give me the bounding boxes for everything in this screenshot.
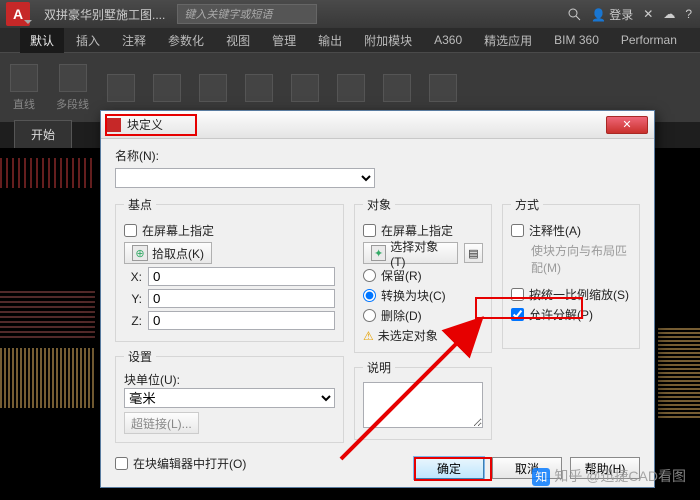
tab-featured[interactable]: 精选应用 xyxy=(474,28,542,53)
select-objects-button[interactable]: ✦选择对象(T) xyxy=(363,242,458,264)
tab-performance[interactable]: Performan xyxy=(611,29,687,51)
cloud-icon[interactable]: ☁ xyxy=(663,7,675,21)
pick-point-icon: ⊕ xyxy=(132,245,148,261)
y-input[interactable] xyxy=(148,289,335,308)
dialog-app-icon xyxy=(107,118,121,132)
description-textarea[interactable] xyxy=(363,382,483,428)
settings-group: 设置 块单位(U): 毫米 超链接(L)... xyxy=(115,348,344,443)
drawing-tab-start[interactable]: 开始 xyxy=(14,120,72,148)
name-select[interactable] xyxy=(115,168,375,188)
ribbon-block[interactable] xyxy=(291,74,319,102)
search-icon[interactable] xyxy=(567,7,581,22)
retain-radio[interactable] xyxy=(363,269,376,282)
tab-a360[interactable]: A360 xyxy=(424,29,472,51)
warning-icon: ⚠ xyxy=(363,329,374,343)
tab-bim360[interactable]: BIM 360 xyxy=(544,29,609,51)
login-link[interactable]: 👤 登录 xyxy=(591,6,633,23)
base-onscreen-check[interactable] xyxy=(124,224,137,237)
obj-onscreen-check[interactable] xyxy=(363,224,376,237)
document-title: 双拼豪华别墅施工图.... xyxy=(44,6,165,23)
ribbon-clipboard[interactable] xyxy=(429,74,457,102)
object-group: 对象 在屏幕上指定 ✦选择对象(T) ▤ 保留(R) 转换为块(C) 删除(D)… xyxy=(354,196,492,353)
tab-addins[interactable]: 附加模块 xyxy=(354,28,422,53)
description-group: 说明 xyxy=(354,359,492,440)
ribbon-polyline[interactable]: 多段线 xyxy=(56,64,89,112)
tab-annotate[interactable]: 注释 xyxy=(112,28,156,53)
close-button[interactable]: ✕ xyxy=(606,116,648,134)
ribbon-tabs: 默认 插入 注释 参数化 视图 管理 输出 附加模块 A360 精选应用 BIM… xyxy=(0,28,700,52)
watermark: 知乎 @迅捷CAD看图 xyxy=(532,466,686,486)
z-input[interactable] xyxy=(148,311,335,330)
dialog-titlebar[interactable]: 块定义 ✕ xyxy=(101,111,654,139)
exchange-icon[interactable]: ✕ xyxy=(643,7,653,21)
delete-radio[interactable] xyxy=(363,309,376,322)
tab-default[interactable]: 默认 xyxy=(20,28,64,53)
name-label: 名称(N): xyxy=(115,147,159,164)
ribbon-utils[interactable] xyxy=(383,74,411,102)
ribbon-props[interactable] xyxy=(337,74,365,102)
zhihu-icon xyxy=(532,468,550,486)
tab-parametric[interactable]: 参数化 xyxy=(158,28,214,53)
pick-point-button[interactable]: ⊕拾取点(K) xyxy=(124,242,212,264)
titlebar: A 双拼豪华别墅施工图.... 键入关键字或短语 👤 登录 ✕ ☁ ? xyxy=(0,0,700,28)
block-definition-dialog: 块定义 ✕ 名称(N): 基点 在屏幕上指定 ⊕拾取点(K) X: Y: Z: xyxy=(100,110,655,488)
tab-manage[interactable]: 管理 xyxy=(262,28,306,53)
ribbon-text[interactable] xyxy=(199,74,227,102)
open-in-editor-check[interactable] xyxy=(115,457,128,470)
ok-button[interactable]: 确定 xyxy=(414,457,484,479)
uniform-scale-check[interactable] xyxy=(511,288,524,301)
x-input[interactable] xyxy=(148,267,335,286)
quickselect-button[interactable]: ▤ xyxy=(464,243,483,263)
match-orient-text: 使块方向与布局匹配(M) xyxy=(531,242,631,276)
ribbon-arc[interactable] xyxy=(153,74,181,102)
mode-group: 方式 注释性(A) 使块方向与布局匹配(M) 按统一比例缩放(S) 允许分解(P… xyxy=(502,196,640,349)
annotative-check[interactable] xyxy=(511,224,524,237)
tab-output[interactable]: 输出 xyxy=(308,28,352,53)
search-input[interactable]: 键入关键字或短语 xyxy=(177,4,317,24)
tab-insert[interactable]: 插入 xyxy=(66,28,110,53)
basepoint-group: 基点 在屏幕上指定 ⊕拾取点(K) X: Y: Z: xyxy=(115,196,344,342)
unit-label: 块单位(U): xyxy=(124,371,335,388)
convert-radio[interactable] xyxy=(363,289,376,302)
select-icon: ✦ xyxy=(371,245,386,261)
dialog-title: 块定义 xyxy=(127,116,606,133)
help-icon[interactable]: ? xyxy=(685,7,692,21)
ribbon-line[interactable]: 直线 xyxy=(10,64,38,112)
ribbon-circle[interactable] xyxy=(107,74,135,102)
ribbon-layer[interactable] xyxy=(245,74,273,102)
hyperlink-button[interactable]: 超链接(L)... xyxy=(124,412,199,434)
allow-explode-check[interactable] xyxy=(511,308,524,321)
app-icon[interactable]: A xyxy=(6,2,30,26)
unit-select[interactable]: 毫米 xyxy=(124,388,335,408)
tab-view[interactable]: 视图 xyxy=(216,28,260,53)
none-selected-text: 未选定对象 xyxy=(378,327,438,344)
